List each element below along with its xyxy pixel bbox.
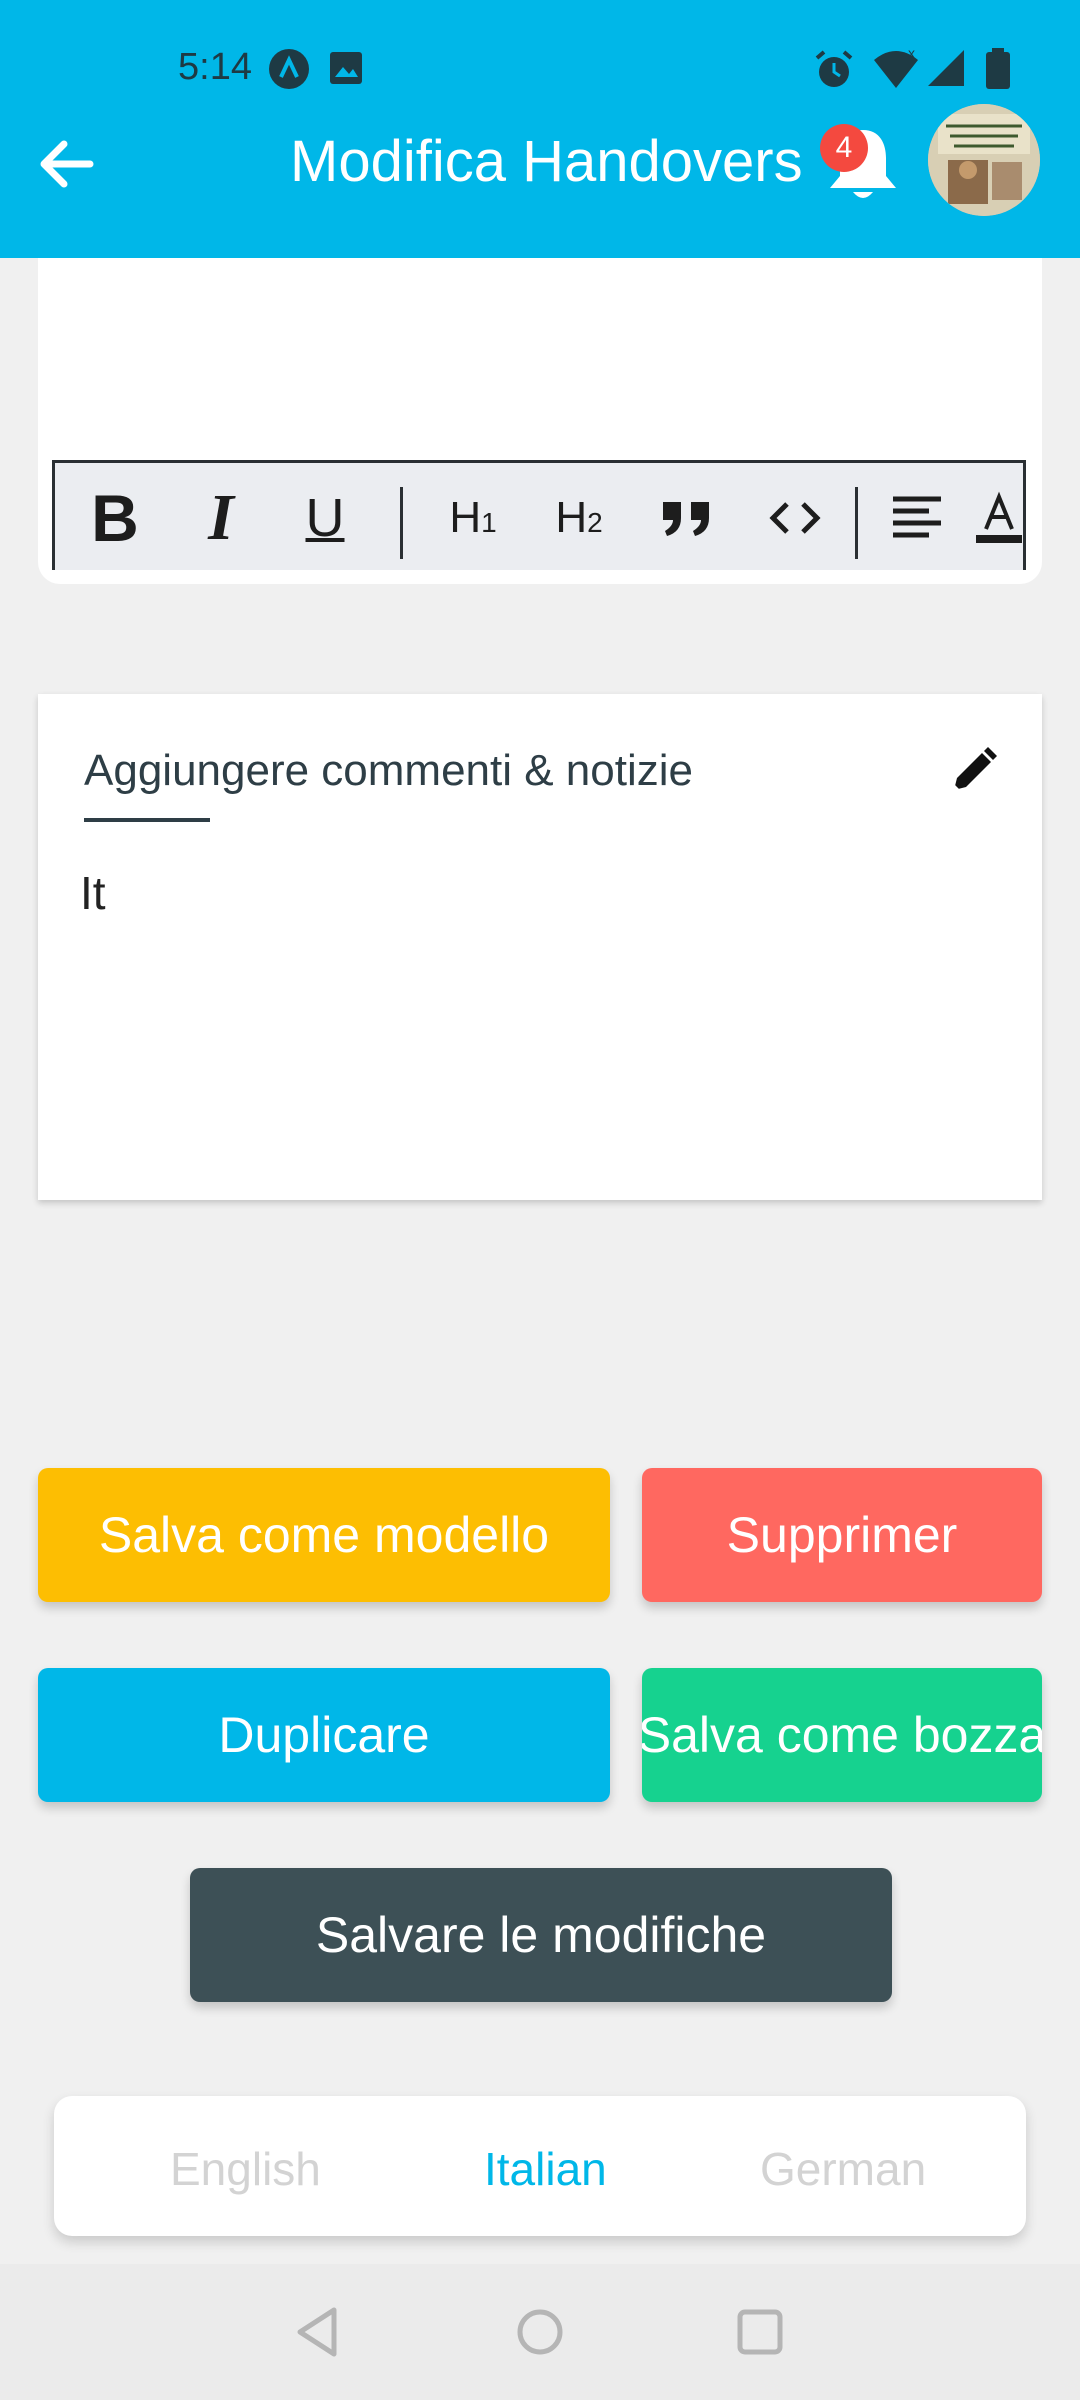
battery-icon <box>986 48 1010 89</box>
duplicate-button[interactable]: Duplicare <box>38 1668 610 1802</box>
comments-title: Aggiungere commenti & notizie <box>84 746 693 795</box>
system-nav-bar <box>0 2264 1080 2400</box>
bold-icon: B <box>91 481 139 555</box>
quote-icon <box>663 502 709 536</box>
text-color-icon <box>976 491 1022 543</box>
align-left-icon <box>893 496 941 538</box>
avatar-image <box>928 104 1040 216</box>
save-changes-button[interactable]: Salvare le modifiche <box>190 1868 892 2002</box>
italic-button[interactable]: I <box>185 463 257 573</box>
align-left-button[interactable] <box>875 463 959 573</box>
rich-text-editor[interactable]: B I U H1 H2 <box>38 258 1042 584</box>
alarm-icon <box>815 50 853 87</box>
toolbar-divider <box>855 487 858 559</box>
app-bar: 5:14 x Modifica Handovers 4 <box>0 0 1080 258</box>
back-arrow-icon[interactable] <box>34 132 98 196</box>
page-title: Modifica Handovers <box>290 129 803 194</box>
editor-toolbar: B I U H1 H2 <box>52 460 1026 570</box>
comments-text[interactable]: It <box>80 866 106 920</box>
image-icon <box>330 52 362 84</box>
notification-badge: 4 <box>820 124 868 172</box>
text-color-button[interactable] <box>969 463 1029 573</box>
underline-button[interactable]: U <box>289 463 361 573</box>
heading-1-icon: H1 <box>449 493 497 542</box>
heading-2-button[interactable]: H2 <box>531 463 627 573</box>
language-english[interactable]: English <box>170 2142 321 2196</box>
pencil-icon[interactable] <box>944 744 1000 800</box>
svg-text:x: x <box>908 48 915 61</box>
save-as-draft-button[interactable]: Salva come bozza <box>642 1668 1042 1802</box>
wifi-icon: x <box>874 48 918 88</box>
heading-2-icon: H2 <box>555 493 603 542</box>
language-german[interactable]: German <box>760 2142 926 2196</box>
avatar[interactable] <box>928 104 1040 216</box>
a-logo-icon <box>269 49 309 89</box>
italic-icon: I <box>208 481 234 554</box>
nav-recents-icon[interactable] <box>730 2302 790 2362</box>
heading-1-button[interactable]: H1 <box>425 463 521 573</box>
signal-icon <box>928 50 964 86</box>
language-selector: English Italian German <box>54 2096 1026 2236</box>
code-button[interactable] <box>747 463 843 573</box>
status-time: 5:14 <box>178 46 252 88</box>
bold-button[interactable]: B <box>79 463 151 573</box>
blockquote-button[interactable] <box>639 463 735 573</box>
code-icon <box>769 502 821 534</box>
comments-card: Aggiungere commenti & notizie It <box>38 694 1042 1200</box>
status-bar: 5:14 x <box>0 0 1080 140</box>
delete-button[interactable]: Supprimer <box>642 1468 1042 1602</box>
nav-home-icon[interactable] <box>510 2302 570 2362</box>
language-italian[interactable]: Italian <box>484 2142 607 2196</box>
underline-icon: U <box>305 488 345 548</box>
save-as-template-button[interactable]: Salva come modello <box>38 1468 610 1602</box>
comments-title-underline <box>84 818 210 822</box>
nav-back-icon[interactable] <box>290 2302 350 2362</box>
toolbar-divider <box>400 487 403 559</box>
